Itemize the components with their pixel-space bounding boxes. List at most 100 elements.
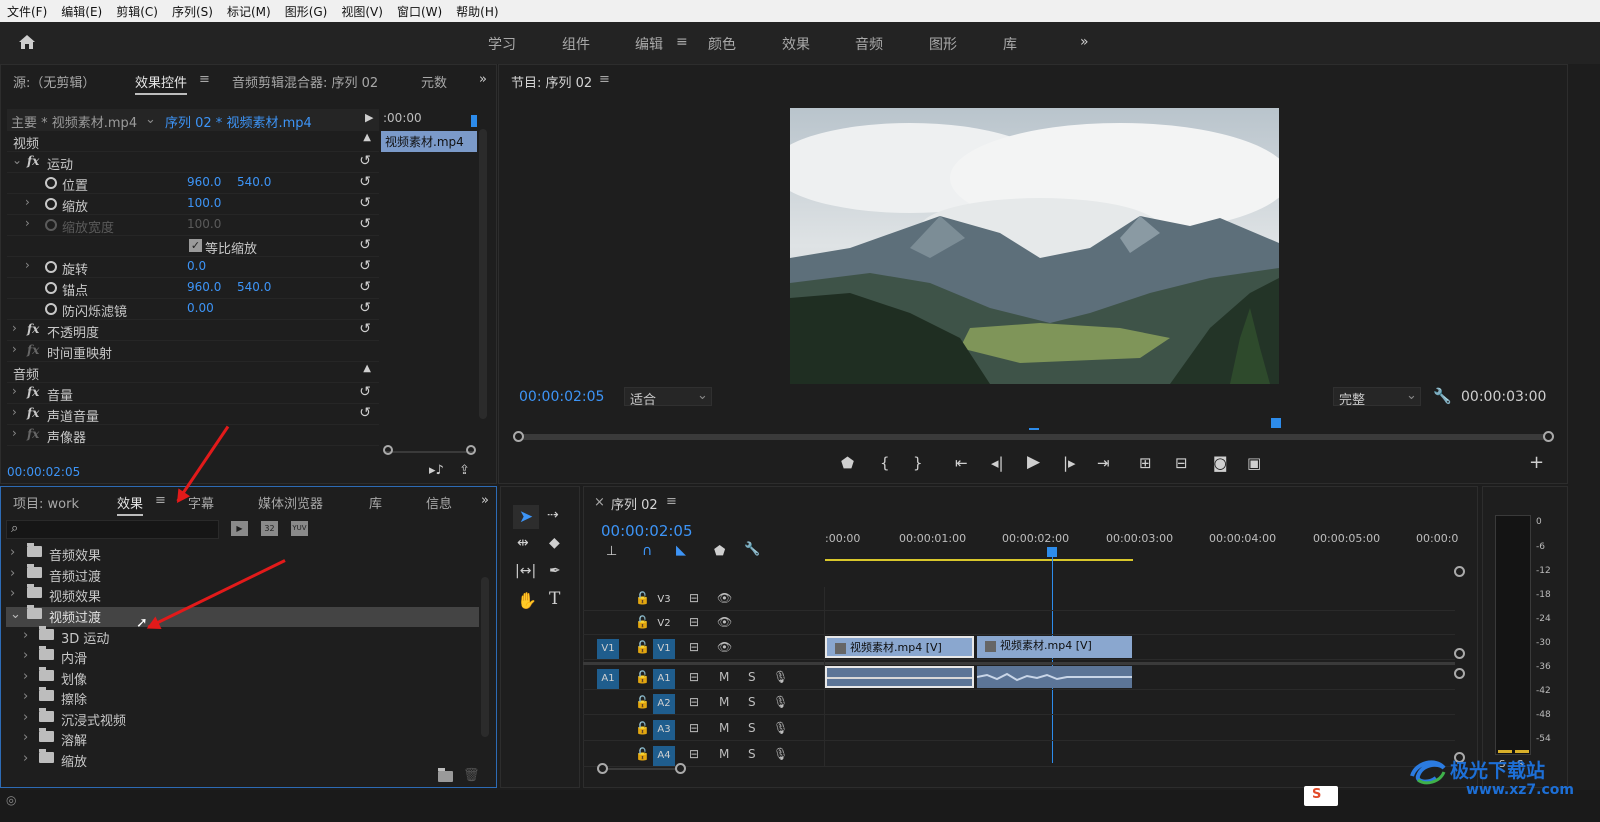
home-icon[interactable] — [18, 34, 36, 54]
mute-button[interactable]: M — [719, 721, 729, 735]
reset-icon[interactable]: ↺ — [359, 174, 371, 190]
panel-menu-icon[interactable]: ≡ — [199, 72, 210, 87]
solo-button[interactable]: S — [748, 695, 756, 709]
microphone-icon[interactable]: 🎙 — [773, 695, 788, 709]
stopwatch-icon[interactable] — [45, 301, 57, 317]
reset-icon[interactable]: ↺ — [359, 195, 371, 211]
uniform-scale-checkbox[interactable]: ✓ — [189, 239, 202, 252]
anchor-x-value[interactable]: 960.0 — [187, 280, 221, 294]
stopwatch-icon[interactable] — [45, 259, 57, 275]
chevron-right-icon[interactable]: › — [23, 751, 28, 766]
scale-value[interactable]: 100.0 — [187, 196, 221, 210]
mini-clip[interactable]: 视频素材.mp4 — [381, 131, 477, 152]
tab-effects[interactable]: 效果 — [117, 493, 144, 516]
scrollbar[interactable] — [479, 129, 487, 419]
chevron-right-icon[interactable]: › — [10, 545, 15, 560]
source-patch-v1[interactable]: V1 — [597, 639, 619, 659]
microphone-icon[interactable]: 🎙 — [773, 670, 788, 684]
tab-captions[interactable]: 字幕 — [188, 493, 214, 512]
track-label[interactable]: V2 — [653, 614, 675, 634]
close-icon[interactable]: × — [594, 495, 605, 510]
track-label[interactable]: A3 — [653, 720, 675, 740]
add-marker-icon[interactable]: ⬟ — [714, 544, 725, 559]
effect-volume[interactable]: › fx 音量 ↺ — [7, 383, 379, 404]
mini-zoom-bar[interactable] — [385, 451, 475, 453]
lift-icon[interactable]: ⊞ — [1139, 454, 1152, 472]
solo-button[interactable]: S — [748, 721, 756, 735]
32bit-effects-icon[interactable]: 32 — [261, 521, 278, 536]
play-icon[interactable]: ▶ — [365, 111, 373, 124]
tab-sequence[interactable]: 序列 02 — [611, 494, 658, 513]
step-back-icon[interactable]: ◂| — [991, 454, 1004, 472]
panel-menu-icon[interactable]: ≡ — [666, 494, 677, 509]
track-label[interactable]: V1 — [653, 639, 675, 659]
effect-opacity[interactable]: › fx 不透明度 ↺ — [7, 320, 379, 341]
menu-clip[interactable]: 剪辑(C) — [109, 3, 165, 20]
position-y-value[interactable]: 540.0 — [237, 175, 271, 189]
chevron-right-icon[interactable]: › — [23, 689, 28, 704]
workspace-audio[interactable]: 音频 — [855, 34, 883, 54]
tab-libraries[interactable]: 库 — [369, 493, 382, 512]
sync-lock-icon[interactable]: ⊟ — [689, 615, 699, 629]
tab-source[interactable]: 源:（无剪辑） — [13, 72, 95, 91]
snap-magnet-icon[interactable]: ∩ — [642, 543, 652, 559]
workspace-menu-icon[interactable]: ≡ — [676, 34, 688, 50]
timeline-timecode[interactable]: 00:00:02:05 — [601, 522, 693, 540]
subfolder-3d-motion[interactable]: › 3D 运动 — [1, 626, 479, 648]
extract-icon[interactable]: ⊟ — [1175, 454, 1188, 472]
menu-help[interactable]: 帮助(H) — [449, 3, 505, 20]
video-audio-divider[interactable] — [583, 662, 1455, 665]
program-timecode[interactable]: 00:00:02:05 — [519, 389, 604, 405]
sync-lock-icon[interactable]: ⊟ — [689, 721, 699, 735]
tab-audio-clip-mixer[interactable]: 音频剪辑混合器: 序列 02 — [232, 72, 378, 91]
program-playhead[interactable] — [1271, 418, 1281, 428]
zoom-handle-left[interactable] — [383, 445, 393, 455]
chevron-right-icon[interactable]: › — [12, 384, 17, 398]
chevron-right-icon[interactable]: › — [23, 710, 28, 725]
scrubber-handle-left[interactable] — [513, 431, 524, 442]
workspace-learn[interactable]: 学习 — [488, 34, 516, 54]
rotation-value[interactable]: 0.0 — [187, 259, 206, 273]
eye-icon[interactable]: 👁 — [717, 591, 732, 605]
fx-icon[interactable]: fx — [27, 406, 39, 420]
tab-effect-controls[interactable]: 效果控件 — [135, 72, 188, 95]
zoom-handle-left[interactable] — [597, 763, 608, 774]
reset-icon[interactable]: ↺ — [359, 384, 371, 400]
workspace-color[interactable]: 颜色 — [708, 34, 736, 54]
fx-icon[interactable]: fx — [27, 154, 39, 168]
sync-lock-icon[interactable]: ⊟ — [689, 695, 699, 709]
scrollbar[interactable] — [481, 577, 489, 737]
chevron-right-icon[interactable]: › — [10, 586, 15, 601]
more-workspaces-icon[interactable]: » — [1080, 34, 1089, 50]
lock-icon[interactable]: 🔓 — [635, 670, 650, 684]
ripple-edit-tool-icon[interactable]: ⇹ — [517, 535, 529, 551]
chevron-right-icon[interactable]: › — [10, 566, 15, 581]
eye-icon[interactable]: 👁 — [717, 640, 732, 654]
subfolder-slide[interactable]: › 内滑 — [1, 646, 479, 668]
effect-motion[interactable]: ⌄ fx 运动 ↺ — [7, 152, 379, 173]
tab-project[interactable]: 项目: work — [13, 493, 79, 512]
timeline-playhead-handle[interactable] — [1047, 547, 1057, 557]
chevron-right-icon[interactable]: › — [23, 628, 28, 643]
tab-metadata[interactable]: 元数 — [421, 72, 447, 91]
fx-icon[interactable]: fx — [27, 385, 39, 399]
chevron-right-icon[interactable]: › — [12, 342, 17, 356]
v-scroll-handle-top[interactable] — [1454, 566, 1465, 577]
time-ruler[interactable]: :00:00 00:00:01:00 00:00:02:00 00:00:03:… — [825, 527, 1465, 561]
mark-in-icon[interactable]: { — [880, 454, 890, 472]
sync-lock-icon[interactable]: ⊟ — [689, 670, 699, 684]
tab-info[interactable]: 信息 — [426, 493, 452, 512]
effect-time-remap[interactable]: › fx 时间重映射 — [7, 341, 379, 362]
track-select-tool-icon[interactable]: ⇢ — [547, 507, 559, 523]
chevron-down-icon[interactable]: ⌄ — [145, 112, 156, 127]
effects-search-input[interactable]: ⌕ — [6, 520, 219, 539]
track-label[interactable]: V3 — [653, 590, 675, 610]
mini-playhead[interactable] — [471, 115, 477, 127]
mute-button[interactable]: M — [719, 695, 729, 709]
effects-search-field[interactable] — [27, 521, 217, 538]
chevron-right-icon[interactable]: › — [23, 648, 28, 663]
panel-menu-icon[interactable]: ≡ — [155, 493, 166, 508]
stopwatch-icon[interactable] — [45, 280, 57, 296]
track-label[interactable]: A2 — [653, 694, 675, 714]
subfolder-zoom[interactable]: › 缩放 — [1, 749, 479, 771]
